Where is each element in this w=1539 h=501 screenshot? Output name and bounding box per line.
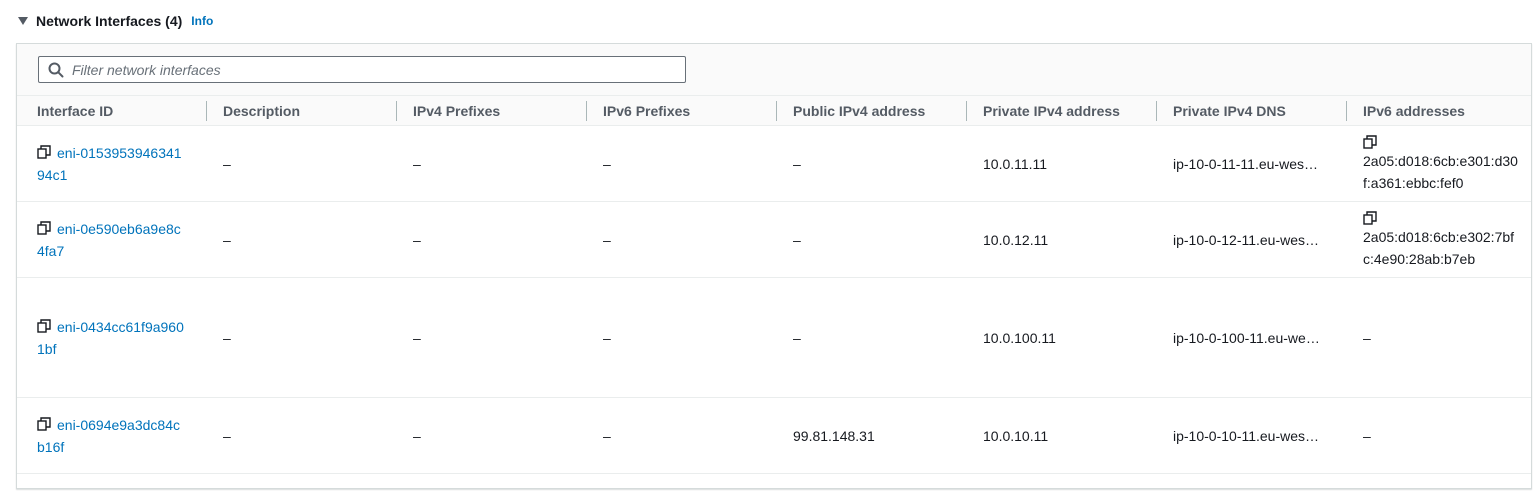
interface-id-link[interactable]: eni-0434cc61f9a9601bf bbox=[37, 319, 184, 357]
ipv6-address-text: 2a05:d018:6cb:e301:d30f:a361:ebbc:fef0 bbox=[1363, 153, 1518, 191]
description-cell: – bbox=[207, 277, 397, 398]
ipv6-prefixes-cell: – bbox=[587, 201, 777, 278]
ipv6-addresses-cell: 2a05:d018:6cb:e301:d30f:a361:ebbc:fef0 bbox=[1347, 125, 1531, 202]
private-ipv4-cell: 10.0.12.11 bbox=[967, 201, 1157, 278]
section-header: Network Interfaces (4) Info bbox=[16, 10, 213, 32]
private-dns-cell: ip-10-0-11-11.eu-wes… bbox=[1157, 125, 1347, 202]
private-dns-text: ip-10-0-12-11.eu-wes… bbox=[1173, 231, 1320, 248]
description-cell: – bbox=[207, 201, 397, 278]
public-ipv4-cell: – bbox=[777, 201, 967, 278]
info-link[interactable]: Info bbox=[191, 14, 213, 28]
copy-icon[interactable] bbox=[1363, 209, 1377, 225]
network-interfaces-panel: Interface ID Description IPv4 Prefixes I… bbox=[16, 43, 1532, 489]
ipv6-addresses-cell: 2a05:d018:6cb:e302:7bfc:4e90:28ab:b7eb bbox=[1347, 201, 1531, 278]
ipv4-prefixes-cell: – bbox=[397, 201, 587, 278]
column-header-interface-id[interactable]: Interface ID bbox=[17, 95, 207, 126]
private-ipv4-cell: 10.0.10.11 bbox=[967, 397, 1157, 474]
column-header-private-dns[interactable]: Private IPv4 DNS bbox=[1157, 95, 1347, 126]
ipv6-address-text: 2a05:d018:6cb:e302:7bfc:4e90:28ab:b7eb bbox=[1363, 229, 1515, 267]
table-header-row: Interface ID Description IPv4 Prefixes I… bbox=[17, 95, 1531, 126]
ipv4-prefixes-cell: – bbox=[397, 277, 587, 398]
table-toolbar bbox=[17, 44, 1531, 95]
filter-box[interactable] bbox=[38, 56, 686, 83]
ipv4-prefixes-cell: – bbox=[397, 125, 587, 202]
caret-down-icon[interactable] bbox=[16, 14, 30, 28]
search-icon bbox=[48, 62, 64, 78]
interface-id-cell: eni-0e590eb6a9e8c4fa7 bbox=[17, 201, 207, 278]
column-header-ipv6-addresses[interactable]: IPv6 addresses bbox=[1347, 95, 1531, 126]
ipv6-prefixes-cell: – bbox=[587, 277, 777, 398]
ipv6-addresses-cell: – bbox=[1347, 397, 1531, 474]
column-header-description[interactable]: Description bbox=[207, 95, 397, 126]
description-cell: – bbox=[207, 125, 397, 202]
table-row: eni-0e590eb6a9e8c4fa7 – – – – 10.0.12.11… bbox=[17, 201, 1531, 278]
ipv4-prefixes-cell: – bbox=[397, 397, 587, 474]
ipv6-addresses-cell: – bbox=[1347, 277, 1531, 398]
interface-id-link[interactable]: eni-0e590eb6a9e8c4fa7 bbox=[37, 221, 181, 259]
network-interfaces-table: Interface ID Description IPv4 Prefixes I… bbox=[17, 95, 1531, 474]
table-row: eni-015395394634194c1 – – – – 10.0.11.11… bbox=[17, 125, 1531, 202]
copy-icon[interactable] bbox=[1363, 133, 1377, 149]
copy-icon[interactable] bbox=[37, 219, 51, 235]
column-header-ipv6-prefixes[interactable]: IPv6 Prefixes bbox=[587, 95, 777, 126]
copy-icon[interactable] bbox=[37, 317, 51, 333]
private-dns-text: ip-10-0-11-11.eu-wes… bbox=[1173, 155, 1318, 172]
private-dns-text: ip-10-0-100-11.eu-we… bbox=[1173, 329, 1320, 346]
interface-id-cell: eni-015395394634194c1 bbox=[17, 125, 207, 202]
column-header-ipv4-prefixes[interactable]: IPv4 Prefixes bbox=[397, 95, 587, 126]
private-ipv4-cell: 10.0.11.11 bbox=[967, 125, 1157, 202]
private-ipv4-cell: 10.0.100.11 bbox=[967, 277, 1157, 398]
public-ipv4-cell: – bbox=[777, 277, 967, 398]
copy-icon[interactable] bbox=[37, 143, 51, 159]
table-row: eni-0434cc61f9a9601bf – – – – 10.0.100.1… bbox=[17, 277, 1531, 398]
description-cell: – bbox=[207, 397, 397, 474]
private-dns-cell: ip-10-0-100-11.eu-we… bbox=[1157, 277, 1347, 398]
column-header-public-ipv4[interactable]: Public IPv4 address bbox=[777, 95, 967, 126]
column-header-private-ipv4[interactable]: Private IPv4 address bbox=[967, 95, 1157, 126]
table-row: eni-0694e9a3dc84cb16f – – – 99.81.148.31… bbox=[17, 397, 1531, 474]
public-ipv4-cell: – bbox=[777, 125, 967, 202]
interface-id-link[interactable]: eni-0694e9a3dc84cb16f bbox=[37, 417, 180, 455]
copy-icon[interactable] bbox=[37, 415, 51, 431]
ipv6-prefixes-cell: – bbox=[587, 125, 777, 202]
filter-input[interactable] bbox=[72, 61, 672, 78]
public-ipv4-cell: 99.81.148.31 bbox=[777, 397, 967, 474]
interface-id-cell: eni-0694e9a3dc84cb16f bbox=[17, 397, 207, 474]
ipv6-prefixes-cell: – bbox=[587, 397, 777, 474]
interface-id-link[interactable]: eni-015395394634194c1 bbox=[37, 145, 182, 183]
private-dns-text: ip-10-0-10-11.eu-wes… bbox=[1173, 427, 1320, 444]
private-dns-cell: ip-10-0-10-11.eu-wes… bbox=[1157, 397, 1347, 474]
interface-id-cell: eni-0434cc61f9a9601bf bbox=[17, 277, 207, 398]
section-title[interactable]: Network Interfaces (4) bbox=[36, 13, 182, 29]
private-dns-cell: ip-10-0-12-11.eu-wes… bbox=[1157, 201, 1347, 278]
